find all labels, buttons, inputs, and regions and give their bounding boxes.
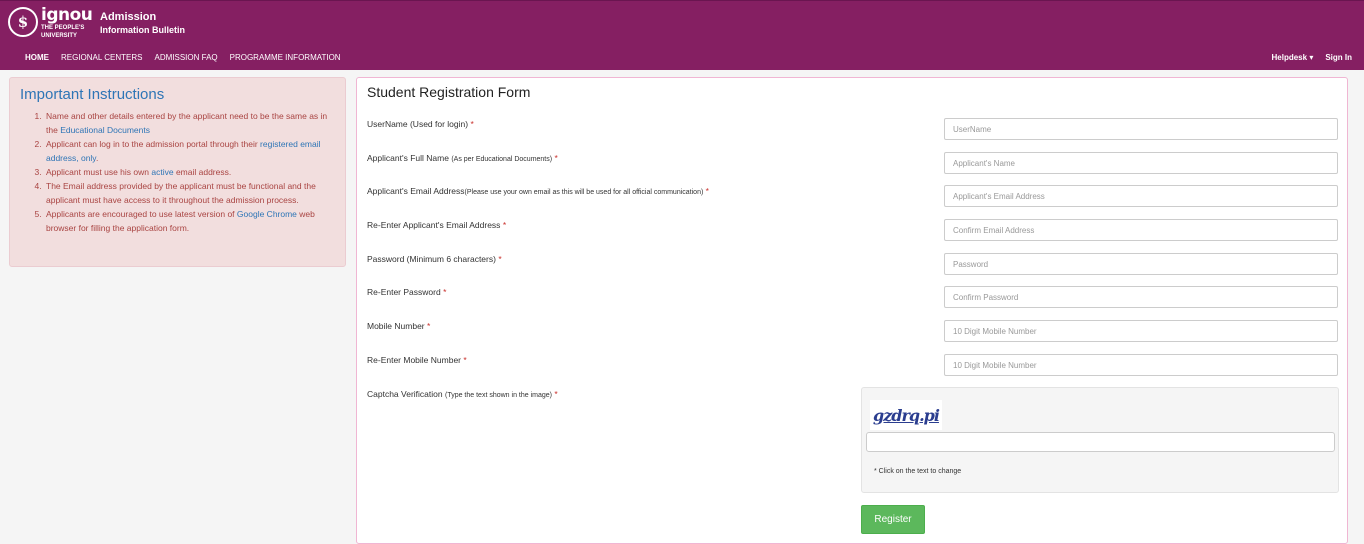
instructions-panel: Important Instructions Name and other de…: [9, 77, 346, 267]
user-nav: Helpdesk ▾ Sign In: [1260, 53, 1353, 62]
fullname-input[interactable]: [944, 152, 1338, 174]
logo-sub-1: THE PEOPLE'S: [41, 25, 85, 31]
instruction-text: .: [95, 153, 99, 163]
instruction-highlight: Google Chrome: [236, 209, 297, 219]
captcha-input[interactable]: [866, 432, 1335, 452]
confirm-password-row: Re-Enter Password *: [357, 286, 1347, 308]
sign-in-link[interactable]: Sign In: [1325, 53, 1352, 62]
instruction-highlight: active: [151, 167, 174, 177]
fullname-label: Applicant's Full Name (As per Educationa…: [367, 153, 558, 163]
instruction-item: The Email address provided by the applic…: [44, 179, 335, 207]
confirm-mobile-input[interactable]: [944, 354, 1338, 376]
mobile-row: Mobile Number *: [357, 320, 1347, 342]
mobile-input[interactable]: [944, 320, 1338, 342]
confirm-email-row: Re-Enter Applicant's Email Address *: [357, 219, 1347, 241]
password-row: Password (Minimum 6 characters) *: [357, 253, 1347, 275]
helpdesk-dropdown[interactable]: Helpdesk ▾: [1272, 53, 1314, 62]
confirm-mobile-label: Re-Enter Mobile Number *: [367, 355, 467, 365]
confirm-email-label: Re-Enter Applicant's Email Address *: [367, 220, 507, 230]
username-input[interactable]: [944, 118, 1338, 140]
instruction-item: Applicant can log in to the admission po…: [44, 137, 335, 165]
top-header: $ ignou THE PEOPLE'S UNIVERSITY Admissio…: [0, 0, 1364, 70]
register-button[interactable]: Register: [861, 505, 925, 534]
instruction-item: Name and other details entered by the ap…: [44, 109, 335, 137]
nav-regional-centers[interactable]: REGIONAL CENTERS: [61, 53, 143, 62]
fullname-row: Applicant's Full Name (As per Educationa…: [357, 152, 1347, 174]
nav-programme-information[interactable]: PROGRAMME INFORMATION: [230, 53, 341, 62]
registration-form: Student Registration Form UserName (Used…: [356, 77, 1348, 544]
instruction-highlight: Educational Documents: [60, 125, 150, 135]
captcha-label: Captcha Verification (Type the text show…: [367, 389, 558, 399]
app-title-main: Admission: [100, 11, 157, 23]
instruction-text: Applicant must use his own: [46, 167, 152, 177]
form-title: Student Registration Form: [367, 84, 531, 100]
app-title: Admission Information Bulletin: [100, 11, 185, 37]
instructions-list: Name and other details entered by the ap…: [44, 109, 335, 235]
instructions-title: Important Instructions: [20, 86, 165, 103]
caret-down-icon: ▾: [1309, 53, 1314, 62]
username-row: UserName (Used for login) *: [357, 118, 1347, 140]
instruction-text: Applicant can log in to the admission po…: [46, 139, 261, 149]
password-input[interactable]: [944, 253, 1338, 275]
main-nav: HOME REGIONAL CENTERS ADMISSION FAQ PROG…: [25, 53, 353, 62]
confirm-password-label: Re-Enter Password *: [367, 287, 447, 297]
logo-sub-2: UNIVERSITY: [41, 33, 78, 39]
email-label: Applicant's Email Address(Please use you…: [367, 186, 709, 196]
instruction-text: Applicants are encouraged to use latest …: [46, 209, 237, 219]
logo-word: ignou: [41, 5, 93, 25]
instruction-item: Applicants are encouraged to use latest …: [44, 207, 335, 235]
captcha-hint: * Click on the text to change: [874, 468, 962, 475]
ignou-logo[interactable]: $ ignou THE PEOPLE'S UNIVERSITY: [8, 5, 93, 40]
password-label: Password (Minimum 6 characters) *: [367, 254, 502, 264]
confirm-password-input[interactable]: [944, 286, 1338, 308]
app-title-sub: Information Bulletin: [100, 25, 185, 35]
helpdesk-label: Helpdesk: [1271, 53, 1308, 62]
email-row: Applicant's Email Address(Please use you…: [357, 185, 1347, 207]
confirm-email-input[interactable]: [944, 219, 1338, 241]
confirm-mobile-row: Re-Enter Mobile Number *: [357, 354, 1347, 376]
instruction-text: email address.: [173, 167, 232, 177]
email-input[interactable]: [944, 185, 1338, 207]
nav-home[interactable]: HOME: [25, 53, 49, 62]
nav-admission-faq[interactable]: ADMISSION FAQ: [155, 53, 218, 62]
mobile-label: Mobile Number *: [367, 321, 431, 331]
captcha-panel: gzdrq.pi * Click on the text to change: [861, 387, 1339, 493]
captcha-image[interactable]: gzdrq.pi: [870, 400, 942, 430]
instruction-item: Applicant must use his own active email …: [44, 165, 335, 179]
rupee-seal-icon: $: [8, 7, 38, 37]
username-label: UserName (Used for login) *: [367, 119, 474, 129]
